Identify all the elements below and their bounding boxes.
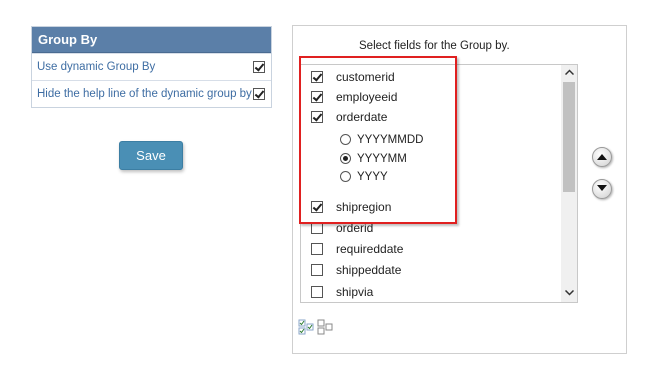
hide-help-line-row[interactable]: Hide the help line of the dynamic group … <box>32 80 271 107</box>
arrow-down-icon[interactable] <box>592 179 612 199</box>
field-label: employeeid <box>336 90 398 104</box>
fields-panel: Select fields for the Group by. customer… <box>292 25 627 354</box>
hide-help-line-checkbox[interactable] <box>253 88 265 100</box>
scroll-thumb[interactable] <box>563 82 575 192</box>
field-checkbox-shippeddate[interactable] <box>311 264 323 276</box>
groupby-panel: Group By Use dynamic Group By Hide the h… <box>31 26 272 108</box>
field-checkbox-employeeid[interactable] <box>311 91 323 103</box>
field-checkbox-requireddate[interactable] <box>311 243 323 255</box>
scroll-up-arrow-icon[interactable] <box>561 65 577 81</box>
field-label: requireddate <box>336 242 404 256</box>
date-format-label: YYYYMM <box>357 153 407 165</box>
groupby-panel-title: Group By <box>32 27 271 53</box>
field-checkbox-orderdate[interactable] <box>311 111 323 123</box>
fields-scrollbar[interactable] <box>561 65 577 302</box>
field-label: shipvia <box>336 285 374 299</box>
scroll-down-arrow-icon[interactable] <box>561 286 577 302</box>
field-checkbox-customerid[interactable] <box>311 71 323 83</box>
date-format-radio[interactable] <box>340 153 351 164</box>
check-all-icon[interactable] <box>298 319 314 335</box>
fields-panel-title: Select fields for the Group by. <box>359 40 510 52</box>
date-format-radio[interactable] <box>340 134 351 145</box>
uncheck-all-icon[interactable] <box>317 319 333 335</box>
field-label: shippeddate <box>336 263 402 277</box>
field-checkbox-orderid[interactable] <box>311 222 323 234</box>
date-format-label: YYYYMMDD <box>357 134 424 146</box>
field-label: shipregion <box>336 200 392 214</box>
field-label: orderid <box>336 221 374 235</box>
save-button[interactable]: Save <box>119 141 183 170</box>
arrow-up-icon[interactable] <box>592 147 612 167</box>
hide-help-line-label: Hide the help line of the dynamic group … <box>37 88 252 100</box>
field-checkbox-shipvia[interactable] <box>311 286 323 298</box>
date-format-radio[interactable] <box>340 171 351 182</box>
use-dynamic-groupby-row[interactable]: Use dynamic Group By <box>32 53 271 80</box>
field-label: customerid <box>336 70 395 84</box>
field-checkbox-shipregion[interactable] <box>311 201 323 213</box>
use-dynamic-groupby-label: Use dynamic Group By <box>37 61 156 73</box>
toolbar-icons <box>298 319 338 335</box>
field-label: orderdate <box>336 110 388 124</box>
date-format-label: YYYY <box>357 171 388 183</box>
fields-listbox[interactable]: customerid employeeid orderdate YYYYMMDD… <box>300 64 578 303</box>
use-dynamic-groupby-checkbox[interactable] <box>253 61 265 73</box>
